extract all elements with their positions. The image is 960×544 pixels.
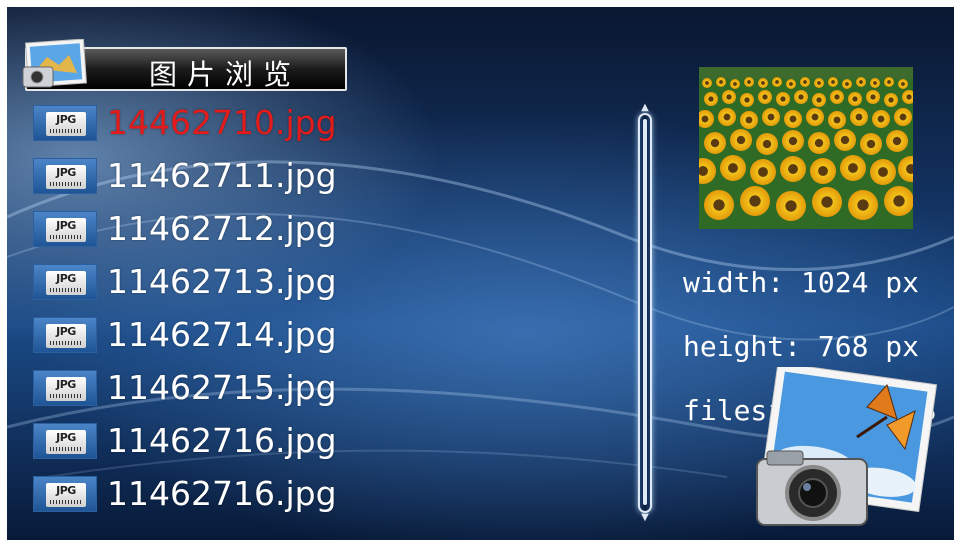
jpg-file-icon: JPG [33,105,97,141]
list-item[interactable]: JPG 11462711.jpg [29,154,589,198]
file-name: 11462713.jpg [107,262,337,301]
list-item[interactable]: JPG 14462710.jpg [29,101,589,145]
list-item[interactable]: JPG 11462714.jpg [29,313,589,357]
picture-browser-screen: 图片浏览 JPG 14462710.jpg JPG 11462711.jpg J… [7,7,954,540]
file-name: 11462712.jpg [107,209,337,248]
scrollbar[interactable]: ▲ ▼ [634,103,656,523]
jpg-file-icon: JPG [33,476,97,512]
scroll-up-arrow-icon[interactable]: ▲ [639,103,651,113]
scroll-down-arrow-icon[interactable]: ▼ [639,513,651,523]
page-title: 图片浏览 [148,58,301,91]
file-name: 11462716.jpg [107,474,337,513]
list-item[interactable]: JPG 11462713.jpg [29,260,589,304]
jpg-file-icon: JPG [33,317,97,353]
file-name: 11462711.jpg [107,156,337,195]
image-width-info: width: 1024 px [683,266,920,299]
jpg-file-icon: JPG [33,211,97,247]
jpg-file-icon: JPG [33,370,97,406]
file-name: 11462716.jpg [107,421,337,460]
camera-photo-icon [756,367,938,526]
jpg-file-icon: JPG [33,423,97,459]
jpg-file-icon: JPG [33,264,97,300]
file-name: 11462715.jpg [107,368,337,407]
picture-icon [22,39,87,88]
scroll-track[interactable] [638,113,652,513]
list-item[interactable]: JPG 11462715.jpg [29,366,589,410]
jpg-file-icon: JPG [33,158,97,194]
image-preview [699,67,913,229]
list-item[interactable]: JPG 11462712.jpg [29,207,589,251]
list-item[interactable]: JPG 11462716.jpg [29,472,589,516]
scroll-thumb[interactable] [643,119,647,505]
file-name: 11462714.jpg [107,315,337,354]
image-height-info: height: 768 px [683,330,920,363]
file-name: 14462710.jpg [107,103,337,142]
list-item[interactable]: JPG 11462716.jpg [29,419,589,463]
